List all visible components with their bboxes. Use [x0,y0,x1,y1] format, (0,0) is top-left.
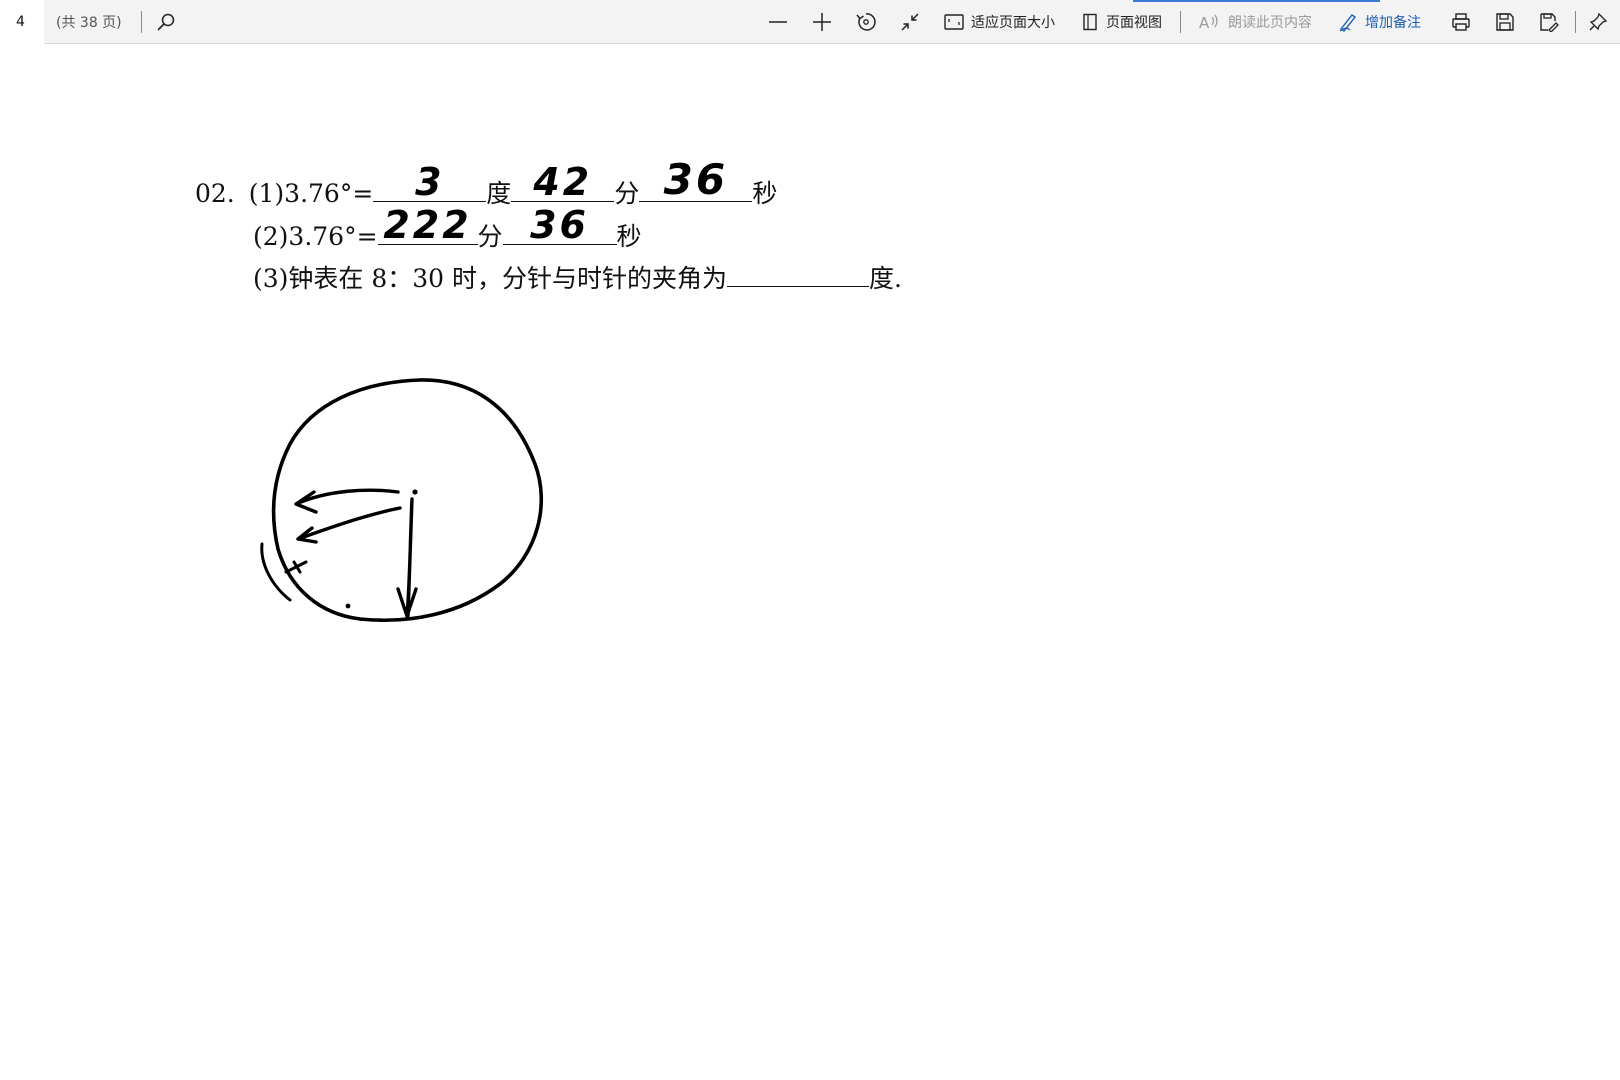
read-aloud-button[interactable]: A 朗读此页内容 [1199,0,1312,44]
handwritten-answer-minutes-total: 222 [383,203,472,247]
print-icon [1452,12,1470,31]
collapse-icon [901,12,919,31]
read-aloud-icon: A [1199,14,1218,31]
part3-prefix: (3)钟表在 8：30 时，分针与时针的夹角为 [253,264,728,293]
question-part1: 02. (1)3.76°= 3 度 42 分 36 秒 [195,159,778,210]
toolbar-separator [1180,10,1181,33]
answer-blank-minutes-total[interactable]: 222 [377,206,478,245]
clock-sketch [260,378,544,623]
handwritten-answer-minutes: 42 [533,160,593,204]
hour-hand-upper [294,488,400,514]
search-button[interactable] [146,0,186,44]
zoom-out-button[interactable] [756,0,800,44]
center-dot [412,489,418,495]
hour-hand-lower [296,506,402,544]
page-view-icon [1083,13,1097,30]
question-number: 02. [195,179,235,208]
rotate-icon [856,12,876,31]
question-part2: (2)3.76°= 222 分 36 秒 [253,206,642,253]
pin-icon [1589,12,1608,30]
answer-blank-angle[interactable] [727,261,870,287]
print-button[interactable] [1439,0,1483,44]
handwritten-answer-degrees: 3 [415,160,445,204]
page-number: 4 [16,13,25,30]
search-icon [157,13,174,30]
tick-mark [284,560,308,574]
svg-text:A: A [1199,14,1210,31]
unit-seconds-total: 秒 [616,222,642,251]
stray-dot [345,603,351,609]
unit-minutes: 分 [614,179,640,208]
rotate-button[interactable] [844,0,888,44]
zoom-out-icon [769,20,787,23]
page-total-label: (共 38 页) [56,14,122,31]
save-button[interactable] [1483,0,1527,44]
add-note-icon [1339,13,1357,32]
active-tab-indicator [1133,0,1380,2]
add-note-button[interactable]: 增加备注 [1338,0,1421,44]
zoom-in-icon [813,12,831,31]
unit-minutes-total: 分 [477,222,503,251]
part3-suffix: 度. [869,264,902,293]
unit-seconds: 秒 [752,179,778,208]
save-as-icon [1540,12,1559,32]
question-part3: (3)钟表在 8：30 时，分针与时针的夹角为 度. [253,259,902,295]
page-view-label: 页面视图 [1106,14,1162,31]
page-view-button[interactable]: 页面视图 [1081,0,1162,44]
handwritten-answer-seconds-total: 36 [530,203,589,247]
fit-page-icon [944,13,964,30]
save-as-button[interactable] [1527,0,1571,44]
part1-prefix: (1)3.76°= [248,179,374,208]
fit-page-label: 适应页面大小 [971,14,1055,31]
toolbar-separator [140,10,142,33]
fit-page-button[interactable]: 适应页面大小 [944,0,1055,44]
minute-hand [396,497,418,618]
answer-blank-degrees[interactable]: 3 [373,163,487,202]
pdf-toolbar: 4 (共 38 页) 适应页面大小 页面视图 A 朗读此页内容 增加备注 [0,0,1620,44]
answer-blank-seconds-total[interactable]: 36 [502,206,617,245]
page-number-input[interactable]: 4 [0,0,44,44]
zoom-in-button[interactable] [800,0,844,44]
unit-degrees: 度 [486,179,512,208]
part2-prefix: (2)3.76°= [253,222,378,251]
save-icon [1496,12,1514,31]
collapse-button[interactable] [888,0,932,44]
pin-button[interactable] [1576,0,1620,44]
read-aloud-label: 朗读此页内容 [1228,14,1312,31]
answer-blank-minutes[interactable]: 42 [511,163,615,202]
add-note-label: 增加备注 [1365,14,1421,31]
handwritten-answer-seconds: 36 [663,155,729,204]
answer-blank-seconds[interactable]: 36 [639,159,753,202]
document-page: 02. (1)3.76°= 3 度 42 分 36 秒 (2)3.76°= 22… [0,44,1620,1080]
